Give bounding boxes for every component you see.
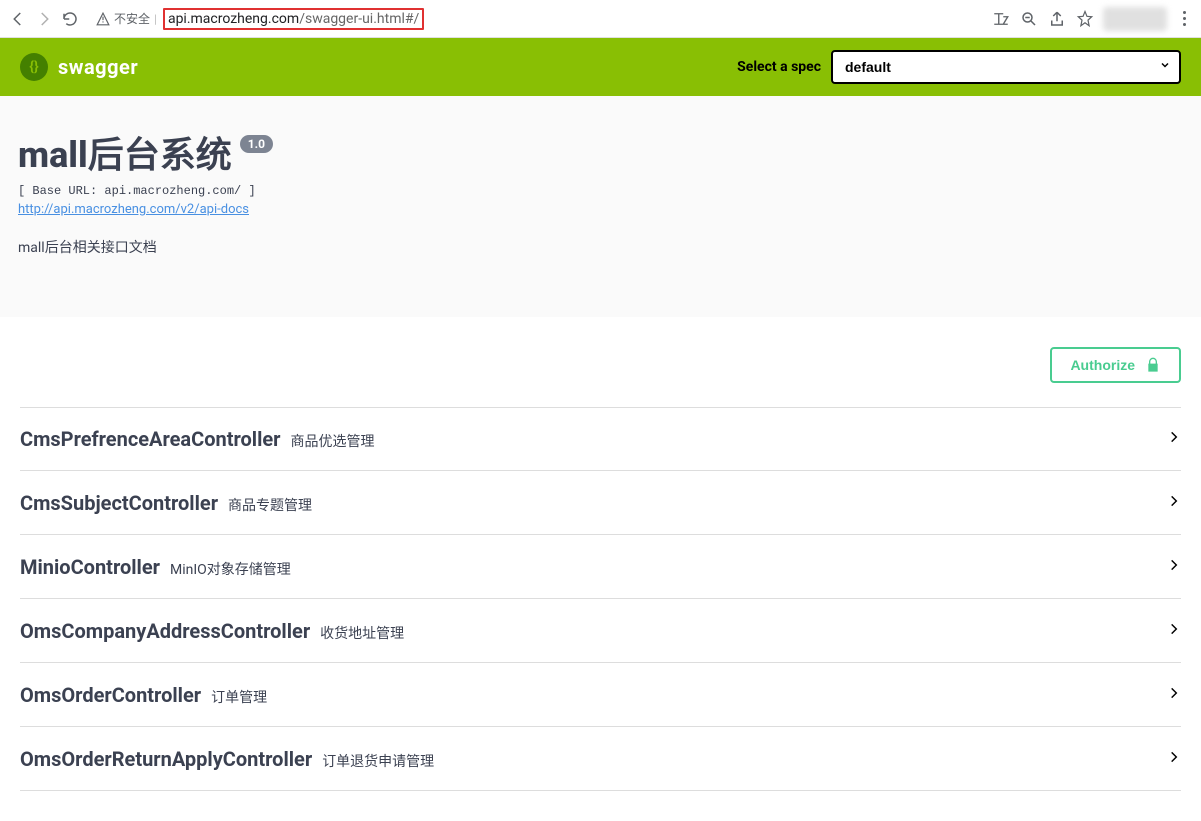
translate-icon[interactable] bbox=[991, 9, 1011, 29]
operation-tag[interactable]: OmsCompanyAddressController 收货地址管理 bbox=[20, 599, 1181, 663]
spec-selector: Select a spec default bbox=[737, 50, 1181, 84]
operation-name: CmsSubjectController bbox=[20, 491, 218, 515]
url-path: /swagger-ui.html#/ bbox=[299, 11, 419, 27]
operations-list: CmsPrefrenceAreaController 商品优选管理 CmsSub… bbox=[0, 397, 1201, 821]
chevron-right-icon bbox=[1167, 430, 1181, 448]
operation-name: OmsCompanyAddressController bbox=[20, 619, 310, 643]
version-badge: 1.0 bbox=[240, 135, 273, 153]
operation-desc: 商品专题管理 bbox=[228, 495, 312, 515]
chevron-right-icon bbox=[1167, 558, 1181, 576]
chevron-right-icon bbox=[1167, 494, 1181, 512]
warning-icon bbox=[96, 12, 110, 26]
swagger-topbar: {} swagger Select a spec default bbox=[0, 38, 1201, 96]
operation-tag[interactable]: OmsOrderReturnApplyController 订单退货申请管理 bbox=[20, 727, 1181, 791]
api-docs-link[interactable]: http://api.macrozheng.com/v2/api-docs bbox=[18, 202, 249, 217]
base-url: [ Base URL: api.macrozheng.com/ ] bbox=[18, 184, 1183, 198]
spec-select[interactable]: default bbox=[831, 50, 1181, 84]
api-info-section: mall后台系统 1.0 [ Base URL: api.macrozheng.… bbox=[0, 96, 1201, 317]
forward-button[interactable] bbox=[34, 9, 54, 29]
chevron-right-icon bbox=[1167, 622, 1181, 640]
operation-desc: MinIO对象存储管理 bbox=[170, 559, 291, 579]
operation-name: MinioController bbox=[20, 555, 160, 579]
operation-name: OmsOrderController bbox=[20, 683, 201, 707]
profile-avatar[interactable] bbox=[1103, 7, 1167, 31]
brand: {} swagger bbox=[20, 53, 138, 81]
api-title: mall后台系统 bbox=[18, 126, 232, 178]
operation-desc: 商品优选管理 bbox=[291, 431, 375, 451]
swagger-logo-icon: {} bbox=[20, 53, 48, 81]
operation-name: OmsOrderReturnApplyController bbox=[20, 747, 312, 771]
operation-desc: 订单退货申请管理 bbox=[322, 751, 434, 771]
security-status: 不安全 | bbox=[96, 10, 157, 27]
reload-button[interactable] bbox=[60, 9, 80, 29]
operation-desc: 收货地址管理 bbox=[320, 623, 404, 643]
api-description: mall后台相关接口文档 bbox=[18, 237, 1183, 257]
url-host: api.macrozheng.com bbox=[168, 11, 299, 27]
authorize-button[interactable]: Authorize bbox=[1050, 347, 1181, 383]
lock-icon bbox=[1145, 357, 1161, 373]
zoom-icon[interactable] bbox=[1019, 9, 1039, 29]
operation-tag[interactable]: MinioController MinIO对象存储管理 bbox=[20, 535, 1181, 599]
browser-menu-button[interactable] bbox=[1175, 11, 1193, 26]
url-highlight: api.macrozheng.com/swagger-ui.html#/ bbox=[163, 8, 424, 30]
share-icon[interactable] bbox=[1047, 9, 1067, 29]
operation-tag[interactable]: CmsSubjectController 商品专题管理 bbox=[20, 471, 1181, 535]
authorize-label: Authorize bbox=[1070, 357, 1135, 373]
browser-toolbar: 不安全 | api.macrozheng.com/swagger-ui.html… bbox=[0, 0, 1201, 38]
insecure-label: 不安全 bbox=[114, 10, 150, 27]
bookmark-icon[interactable] bbox=[1075, 9, 1095, 29]
operation-name: CmsPrefrenceAreaController bbox=[20, 427, 281, 451]
operation-tag[interactable]: CmsPrefrenceAreaController 商品优选管理 bbox=[20, 407, 1181, 471]
chevron-right-icon bbox=[1167, 750, 1181, 768]
toolbar-right bbox=[987, 7, 1193, 31]
back-button[interactable] bbox=[8, 9, 28, 29]
address-bar[interactable]: 不安全 | api.macrozheng.com/swagger-ui.html… bbox=[86, 5, 981, 33]
operation-tag[interactable]: OmsOrderController 订单管理 bbox=[20, 663, 1181, 727]
brand-text: swagger bbox=[58, 55, 138, 79]
spec-label: Select a spec bbox=[737, 59, 821, 75]
auth-row: Authorize bbox=[0, 317, 1201, 397]
chevron-right-icon bbox=[1167, 686, 1181, 704]
operation-desc: 订单管理 bbox=[211, 687, 267, 707]
